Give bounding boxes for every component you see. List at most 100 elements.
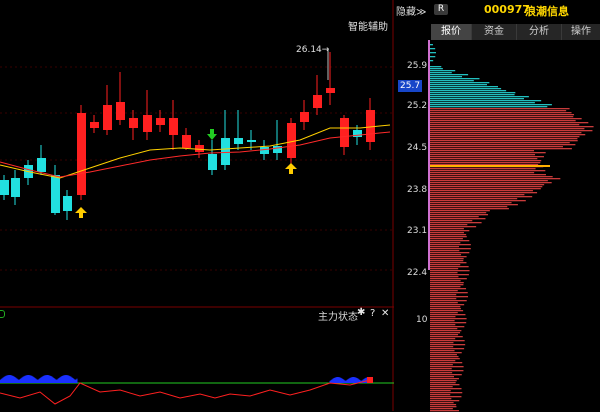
profile-bar — [430, 206, 508, 208]
profile-bar — [430, 90, 507, 92]
candle-body — [37, 158, 46, 172]
candle-body — [260, 147, 269, 154]
profile-bar — [430, 258, 464, 260]
profile-bar — [430, 302, 458, 304]
profile-bar — [430, 182, 552, 184]
profile-bar — [430, 198, 518, 200]
tab-analysis[interactable]: 分析 — [517, 24, 562, 40]
profile-bar — [430, 262, 467, 264]
candlestick-chart[interactable] — [0, 0, 394, 411]
help-icon[interactable]: ? — [370, 308, 375, 319]
profile-bar — [430, 254, 462, 256]
profile-bar — [430, 124, 580, 126]
price-label-25.9: 25.9 — [407, 61, 428, 71]
profile-bar — [430, 358, 460, 360]
profile-bar — [430, 238, 463, 240]
profile-bar — [430, 350, 455, 352]
candle-body — [195, 145, 204, 152]
profile-bar — [430, 250, 460, 252]
candle-body — [63, 196, 72, 211]
profile-bar — [430, 264, 461, 266]
profile-bar — [430, 348, 465, 350]
profile-bar — [430, 208, 509, 210]
profile-bar — [430, 296, 469, 298]
candle-body — [11, 178, 20, 197]
profile-bar — [430, 356, 459, 358]
profile-bar — [430, 272, 458, 274]
profile-bar — [430, 314, 466, 316]
profile-bar — [430, 138, 578, 140]
double-chevron-right-icon: ≫ — [416, 7, 427, 18]
candle-body — [300, 112, 309, 122]
indicator-title: 主力状态 — [318, 312, 358, 323]
profile-bar — [430, 212, 487, 214]
candle-body — [340, 118, 349, 147]
profile-bar — [430, 338, 456, 340]
profile-bar — [430, 396, 462, 398]
collapse-label: 隐藏 — [396, 7, 416, 18]
candle-body — [116, 102, 125, 120]
profile-bar — [430, 140, 578, 142]
r-badge: R — [434, 4, 448, 15]
profile-bar — [430, 340, 465, 342]
profile-bar — [430, 306, 461, 308]
profile-bar — [430, 294, 457, 296]
volume-label: 10 — [416, 315, 428, 325]
profile-bar — [430, 186, 543, 188]
profile-bar — [430, 364, 453, 366]
profile-bar — [430, 92, 516, 94]
profile-bar — [430, 248, 471, 250]
profile-bar — [430, 180, 548, 182]
profile-bar — [430, 194, 525, 196]
candle-body — [77, 113, 86, 195]
tab-quote[interactable]: 报价 — [431, 24, 472, 40]
profile-bar — [430, 256, 467, 258]
profile-bar — [430, 210, 490, 212]
indicator-marker-dot — [0, 310, 5, 318]
smart-assist-label[interactable]: 智能辅助 — [348, 18, 388, 33]
profile-bar — [430, 114, 575, 116]
profile-bar — [430, 324, 456, 326]
profile-bar — [430, 108, 570, 110]
profile-bar — [430, 184, 545, 186]
profile-bar — [430, 120, 576, 122]
profile-bar — [430, 236, 467, 238]
profile-bar — [430, 330, 462, 332]
profile-bar — [430, 322, 467, 324]
profile-bar — [430, 148, 572, 150]
profile-bar — [430, 52, 436, 54]
profile-bar — [430, 128, 585, 130]
profile-bar — [430, 268, 459, 270]
profile-bar — [430, 218, 486, 220]
profile-bar — [430, 118, 582, 120]
close-icon[interactable]: ✕ — [381, 308, 389, 319]
profile-bar — [430, 176, 553, 178]
profile-bar — [430, 116, 574, 118]
profile-bar — [430, 316, 456, 318]
profile-bar — [430, 376, 455, 378]
gear-icon[interactable]: ✱ — [357, 307, 365, 318]
ma-slow-line — [0, 131, 391, 178]
profile-bar — [430, 362, 463, 364]
profile-bar — [430, 110, 567, 112]
candle-body — [313, 95, 322, 108]
profile-bar — [430, 98, 524, 100]
stock-code: 000977 — [484, 3, 530, 16]
profile-bar — [430, 286, 461, 288]
profile-bar — [430, 392, 463, 394]
profile-bar — [430, 222, 482, 224]
tab-operate[interactable]: 操作 — [562, 24, 600, 40]
profile-bar — [430, 188, 541, 190]
profile-bar — [430, 134, 586, 136]
collapse-button[interactable]: 隐藏≫ — [396, 3, 426, 18]
profile-bar — [430, 102, 535, 104]
profile-bar — [430, 144, 576, 146]
high-price-annotation: 26.14→ — [296, 45, 329, 55]
profile-bar — [430, 380, 457, 382]
profile-bar — [430, 360, 456, 362]
candle-body — [129, 118, 138, 128]
profile-bar — [430, 156, 544, 158]
profile-bar — [430, 406, 457, 408]
profile-bar — [430, 230, 470, 232]
tab-fund[interactable]: 资金 — [472, 24, 517, 40]
